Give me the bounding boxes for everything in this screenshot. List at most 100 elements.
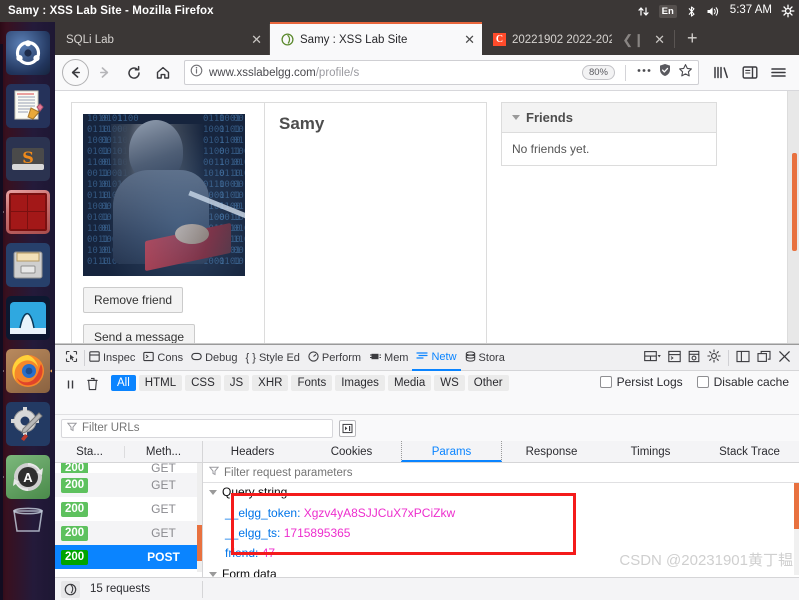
devtools-tab-network[interactable]: Netw (412, 345, 461, 371)
browser-tab-samy-xss[interactable]: Samy : XSS Lab Site ✕ (270, 22, 482, 55)
devtools-tab-console[interactable]: Cons (139, 345, 187, 371)
settings-gear-icon[interactable] (707, 349, 721, 366)
filter-other[interactable]: Other (467, 375, 509, 391)
clock[interactable]: 5:37 AM (730, 5, 772, 17)
tab-params[interactable]: Params (401, 441, 502, 462)
star-icon[interactable] (678, 63, 693, 83)
table-row[interactable]: 200 GET (55, 521, 202, 545)
reload-icon[interactable] (120, 59, 147, 86)
network-updown-icon[interactable] (637, 5, 650, 18)
tab-cookies[interactable]: Cookies (302, 441, 401, 462)
pause-icon[interactable] (61, 375, 78, 396)
filter-params-field[interactable] (224, 466, 793, 479)
close-icon[interactable]: ✕ (650, 33, 665, 46)
shield-icon[interactable] (658, 63, 672, 82)
element-picker-icon[interactable] (57, 350, 84, 366)
send-message-button[interactable]: Send a message (83, 324, 196, 343)
gear-power-icon[interactable] (781, 4, 795, 18)
section-query-string[interactable]: Query string (203, 483, 799, 501)
trash-icon[interactable] (84, 375, 105, 396)
home-icon[interactable] (149, 59, 176, 86)
block-requests-icon[interactable] (339, 419, 356, 437)
dock-item-trash[interactable] (3, 505, 52, 535)
tab-stack-trace[interactable]: Stack Trace (700, 441, 799, 462)
bluetooth-icon[interactable] (686, 5, 697, 18)
ellipsis-icon[interactable] (636, 64, 652, 82)
keyboard-layout-indicator[interactable]: En (658, 4, 677, 18)
split-console-icon[interactable] (668, 350, 681, 366)
close-icon[interactable]: ✕ (247, 33, 262, 46)
filter-images[interactable]: Images (335, 375, 385, 391)
chevron-down-icon[interactable] (512, 115, 520, 120)
param-row-elgg-token[interactable]: __elgg_token: Xgzv4yA8SJJCuX7xPCiZkw (225, 503, 799, 523)
filter-media[interactable]: Media (387, 375, 432, 391)
devtools-tab-style-editor[interactable]: { } Style Ed (242, 345, 304, 371)
devtools-tab-memory[interactable]: Mem (365, 345, 412, 371)
close-icon[interactable] (778, 350, 791, 366)
request-list-scrollbar[interactable] (197, 463, 202, 572)
dock-item-system-tools[interactable] (3, 399, 52, 448)
devtools-tab-inspector[interactable]: Inspec (85, 345, 139, 371)
table-row[interactable]: 200 GET (55, 497, 202, 521)
screenshot-icon[interactable] (688, 350, 700, 366)
table-row-selected[interactable]: 200 POST (55, 545, 202, 569)
url-bar[interactable]: www.xsslabelgg.com/profile/s 80% (184, 60, 699, 85)
dock-item-text-editor[interactable] (3, 81, 52, 130)
devtools-tab-debugger[interactable]: Debug (187, 345, 241, 371)
sidebar-icon[interactable] (736, 59, 763, 86)
filter-fonts[interactable]: Fonts (291, 375, 333, 391)
hamburger-menu-icon[interactable] (765, 59, 792, 86)
tab-response[interactable]: Response (502, 441, 601, 462)
dock-item-sublime-text[interactable]: S (3, 134, 52, 183)
page-scrollbar[interactable] (787, 91, 799, 343)
checkbox-box[interactable] (599, 376, 612, 388)
filter-css[interactable]: CSS (185, 375, 221, 391)
param-filter-row[interactable] (203, 463, 799, 483)
filter-ws[interactable]: WS (434, 375, 465, 391)
tab-headers[interactable]: Headers (203, 441, 302, 462)
dock-item-ubuntu-dash[interactable] (3, 28, 52, 77)
devtools-tab-storage[interactable]: Stora (461, 345, 509, 371)
back-arrow-icon[interactable] (62, 59, 89, 86)
responsive-design-mode-icon[interactable] (644, 350, 661, 366)
browser-tab-sqli-lab[interactable]: SQLi Lab ✕ (55, 24, 270, 55)
new-tab-button[interactable]: + (677, 29, 708, 49)
close-icon[interactable]: ✕ (460, 33, 475, 46)
disable-cache-checkbox[interactable]: Disable cache (696, 375, 789, 389)
elgg-target-icon[interactable] (61, 580, 80, 598)
scrollbar-thumb[interactable] (794, 483, 799, 529)
remove-friend-button[interactable]: Remove friend (83, 287, 184, 313)
filter-js[interactable]: JS (223, 375, 250, 391)
dock-item-wireshark[interactable] (3, 293, 52, 342)
dock-item-firefox[interactable] (3, 346, 52, 395)
filter-urls-field[interactable] (82, 422, 327, 434)
column-method[interactable]: Meth... (125, 446, 202, 458)
url-filter-input[interactable] (61, 418, 333, 438)
devtools-tab-performance[interactable]: Perform (304, 345, 365, 371)
info-circle-icon[interactable] (190, 64, 203, 82)
browser-tab-csdn[interactable]: C 20221902 2022-2023-2 ❮❙ ✕ (482, 24, 672, 55)
param-row-elgg-ts[interactable]: __elgg_ts: 1715895365 (225, 523, 799, 543)
filter-all[interactable]: All (111, 375, 136, 391)
scrollbar-thumb[interactable] (197, 525, 202, 561)
filter-html[interactable]: HTML (138, 375, 183, 391)
tab-timings[interactable]: Timings (601, 441, 700, 462)
dock-item-terminal[interactable] (3, 187, 52, 236)
friends-panel-header[interactable]: Friends (502, 103, 716, 133)
detail-scrollbar[interactable] (794, 483, 799, 575)
dock-item-file-manager[interactable] (3, 240, 52, 289)
table-row[interactable]: 200 GET (55, 463, 202, 473)
zoom-level-badge[interactable]: 80% (581, 65, 615, 80)
library-icon[interactable] (707, 59, 734, 86)
page-scrollbar-thumb[interactable] (792, 153, 797, 251)
chevron-down-icon[interactable] (209, 489, 217, 495)
chevron-down-icon[interactable] (209, 571, 217, 577)
volume-icon[interactable] (706, 5, 721, 18)
filter-xhr[interactable]: XHR (252, 375, 289, 391)
persist-logs-checkbox[interactable]: Persist Logs (599, 375, 683, 389)
separate-window-icon[interactable] (757, 350, 771, 366)
dock-item-software-updater[interactable]: A (3, 452, 52, 501)
dock-side-icon[interactable] (736, 350, 750, 366)
checkbox-box[interactable] (696, 376, 709, 388)
column-status[interactable]: Sta... (55, 445, 125, 458)
